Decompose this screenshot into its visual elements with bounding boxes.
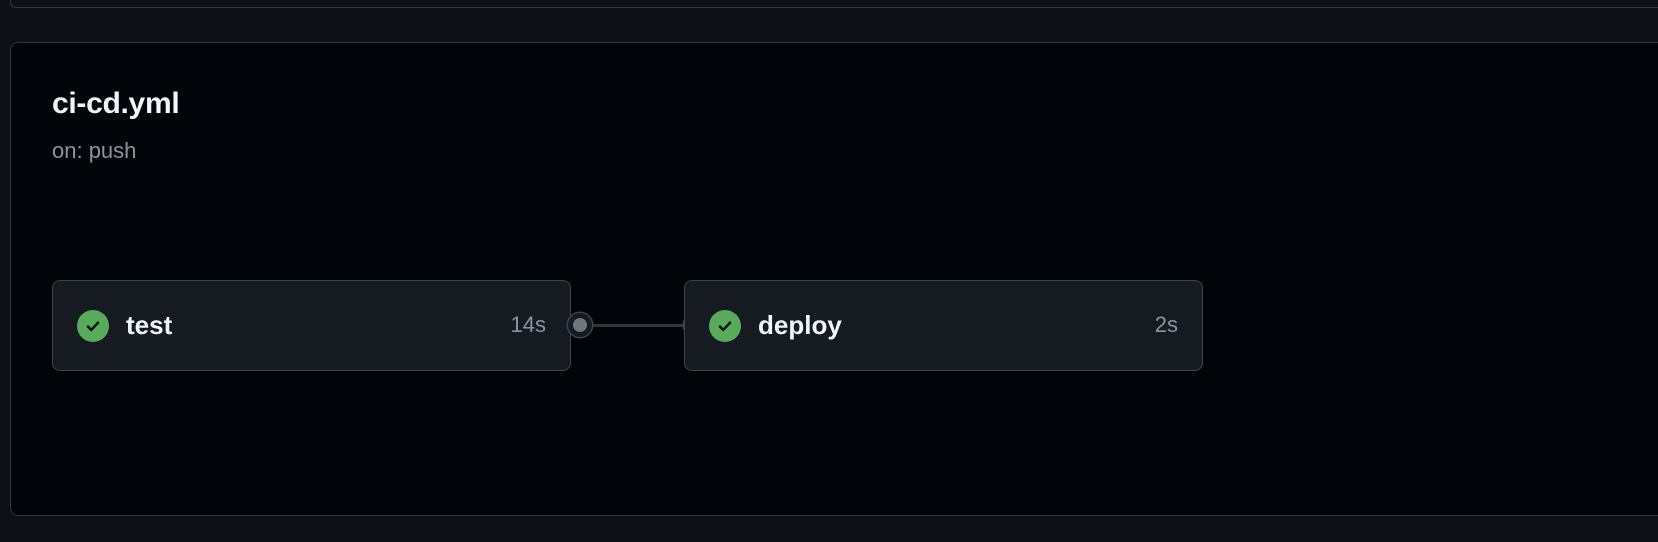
workflow-title[interactable]: ci-cd.yml <box>52 89 180 119</box>
job-card-test[interactable]: test 14s <box>52 280 571 371</box>
previous-panel <box>10 0 1658 8</box>
workflow-graph-panel: ci-cd.yml on: push test 14s deploy 2s <box>10 42 1658 516</box>
job-duration: 2s <box>1154 312 1178 337</box>
job-output-node <box>568 313 592 337</box>
job-card-deploy[interactable]: deploy 2s <box>684 280 1203 371</box>
workflow-trigger: on: push <box>52 138 137 163</box>
job-name: deploy <box>758 310 842 340</box>
check-circle-icon <box>709 310 741 342</box>
job-duration: 14s <box>510 312 546 337</box>
check-circle-icon <box>77 310 109 342</box>
job-connector-line <box>590 324 687 327</box>
job-name: test <box>126 310 173 340</box>
